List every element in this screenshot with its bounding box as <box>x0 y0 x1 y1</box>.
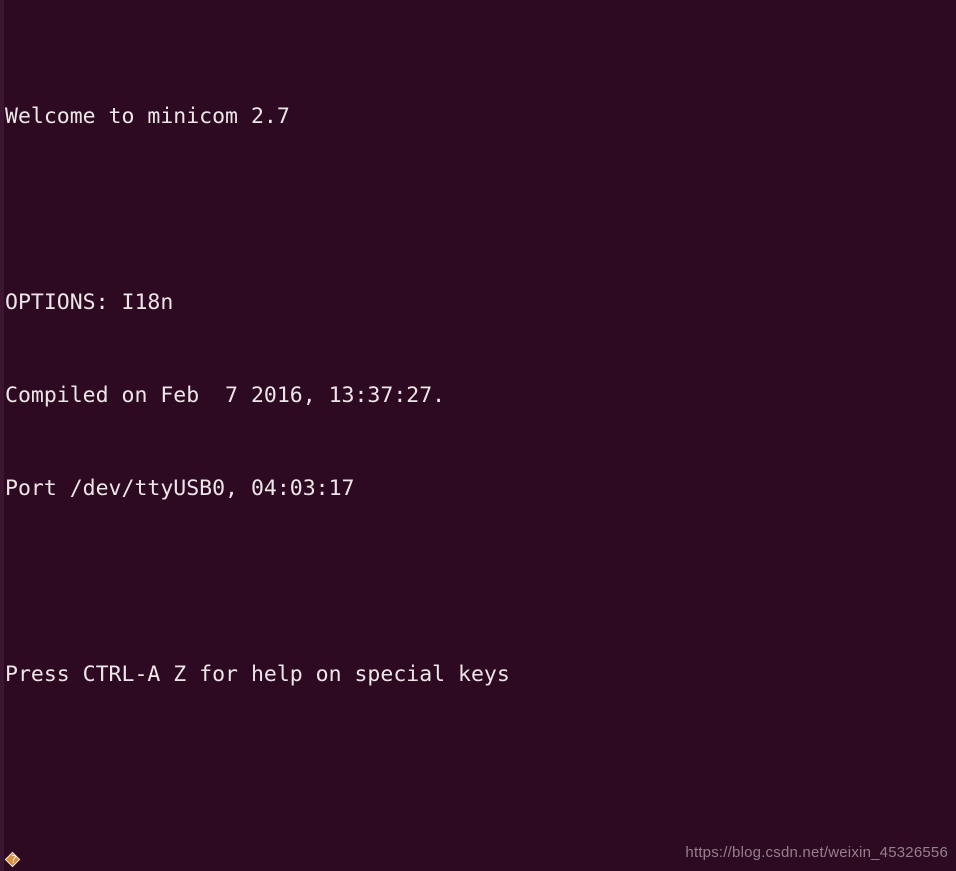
minicom-options-line: OPTIONS: I18n <box>5 290 174 315</box>
replacement-character-icon <box>5 845 22 871</box>
window-left-edge <box>0 0 4 871</box>
csdn-watermark: https://blog.csdn.net/weixin_45326556 <box>685 844 948 861</box>
minicom-help-hint-line: Press CTRL-A Z for help on special keys <box>5 662 510 687</box>
minicom-welcome-line: Welcome to minicom 2.7 <box>5 104 290 129</box>
minicom-port-line: Port /dev/ttyUSB0, 04:03:17 <box>5 476 355 501</box>
minicom-compiled-line: Compiled on Feb 7 2016, 13:37:27. <box>5 383 446 408</box>
terminal-output: Welcome to minicom 2.7 OPTIONS: I18n Com… <box>5 8 956 871</box>
terminal-window[interactable]: Welcome to minicom 2.7 OPTIONS: I18n Com… <box>0 0 956 871</box>
